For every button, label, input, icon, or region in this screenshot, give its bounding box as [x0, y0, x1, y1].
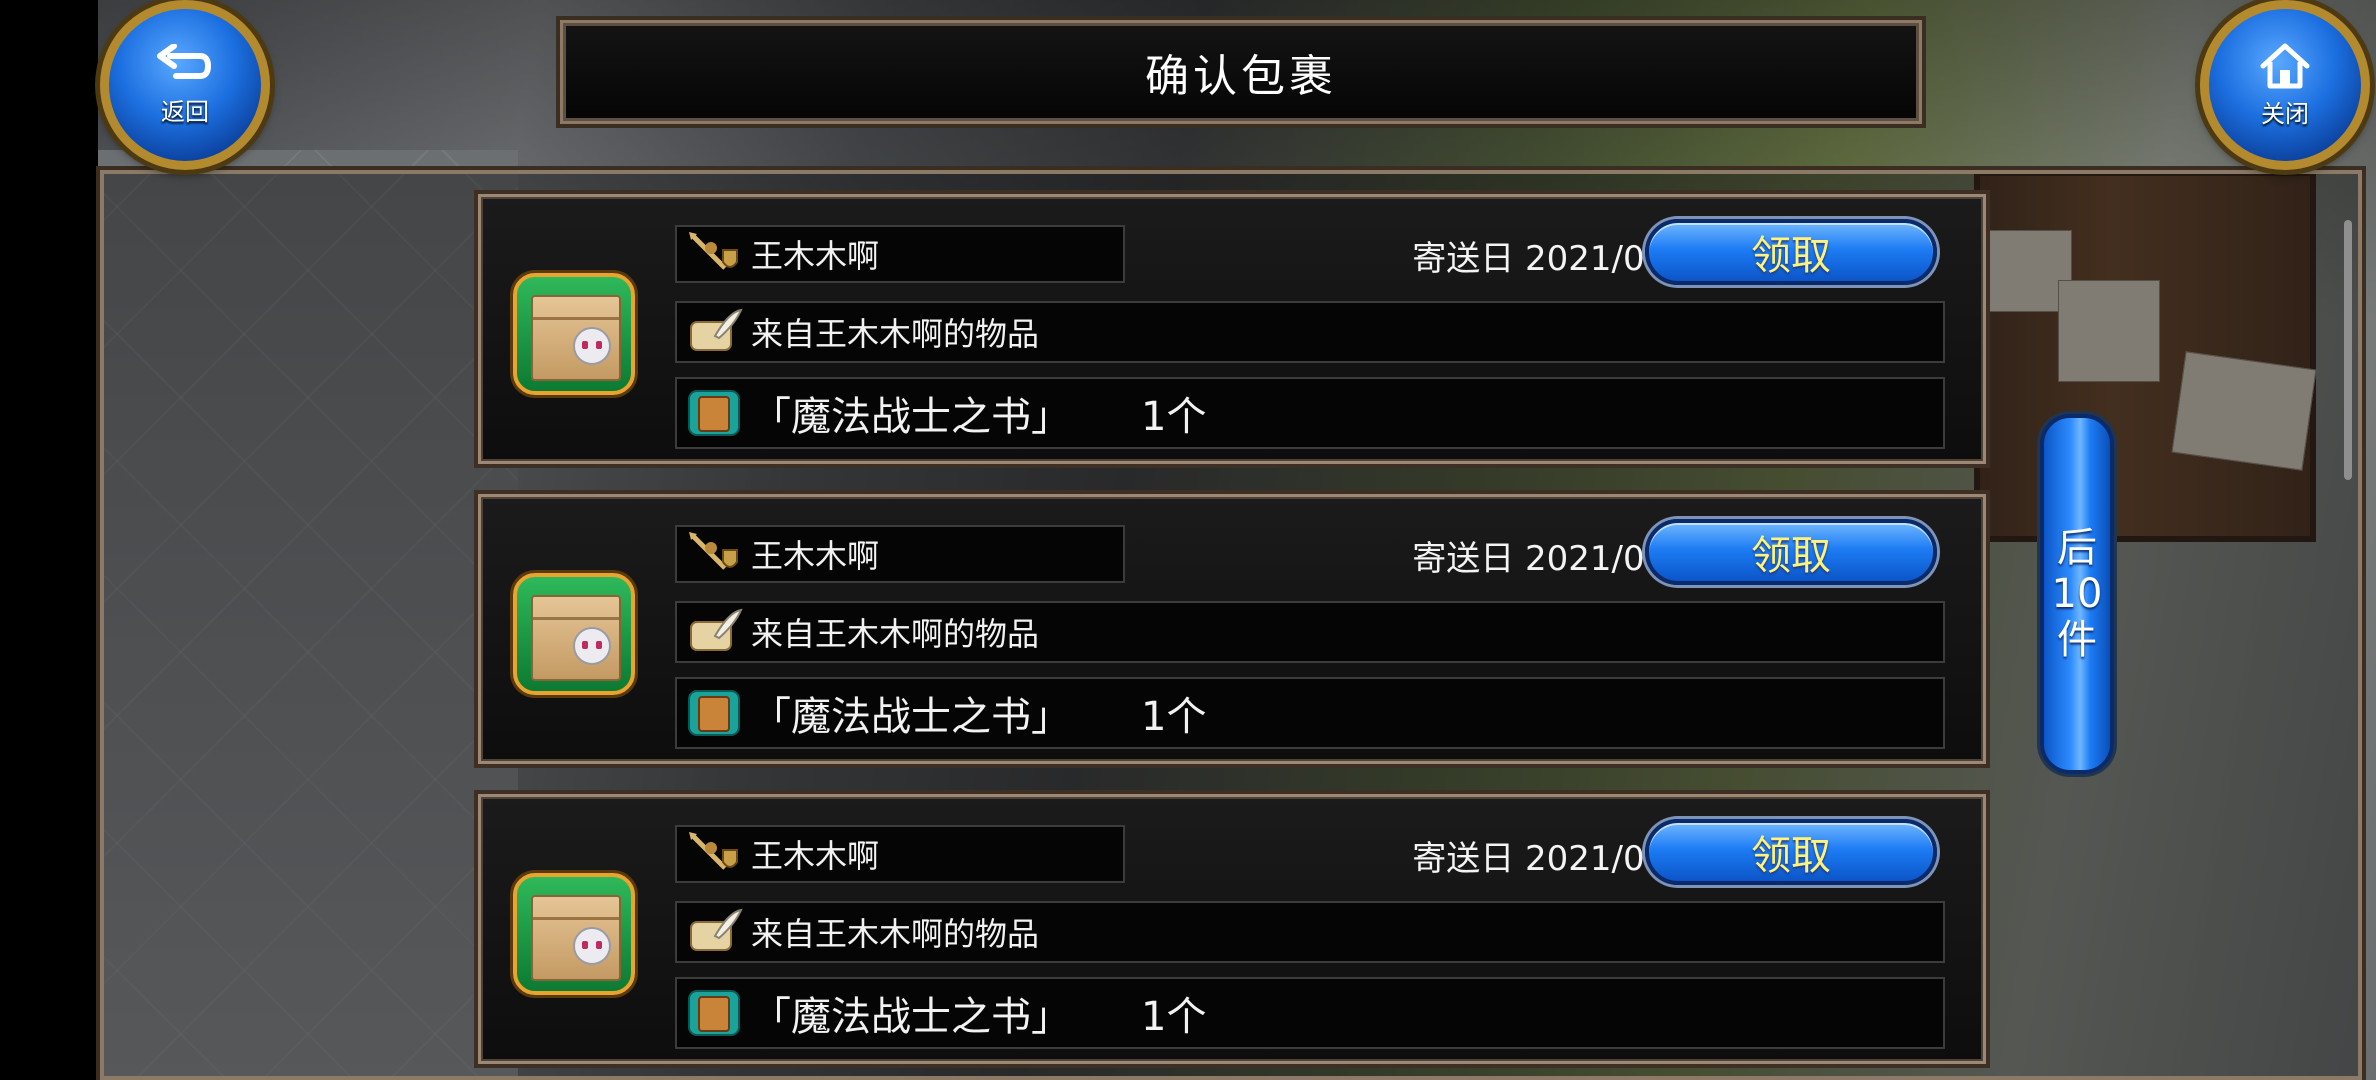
sender-field: 王木木啊: [675, 225, 1125, 283]
sender-name: 王木木啊: [751, 537, 880, 575]
back-arrow-icon: [156, 43, 214, 88]
item-quantity: 1个: [1141, 394, 1207, 440]
sender-field: 王木木啊: [675, 825, 1125, 883]
scroll-quill-icon: [690, 908, 743, 951]
scrollbar[interactable]: [2344, 220, 2352, 480]
item-quantity: 1个: [1141, 994, 1207, 1040]
claim-button[interactable]: 领取: [1645, 819, 1937, 885]
close-button[interactable]: 关闭: [2200, 0, 2370, 170]
send-date-label: 寄送日: [1412, 539, 1515, 579]
scroll-quill-icon: [690, 308, 743, 351]
warrior-icon: [689, 832, 738, 870]
warrior-icon: [689, 232, 738, 270]
mail-subject: 来自王木木啊的物品: [751, 315, 1040, 353]
sender-field: 王木木啊: [675, 525, 1125, 583]
mail-row: 王木木啊 寄送日 2021/03/23 领取 来自王木木啊的物品 「魔法战士之书…: [478, 794, 1986, 1064]
mail-subject: 来自王木木啊的物品: [751, 915, 1040, 953]
package-icon: [513, 573, 635, 695]
package-icon: [513, 873, 635, 995]
warrior-icon: [689, 532, 738, 570]
subject-field: 来自王木木啊的物品: [675, 901, 1945, 963]
item-name: 「魔法战士之书」: [751, 994, 1071, 1040]
back-button[interactable]: 返回: [100, 0, 270, 170]
home-icon: [2259, 42, 2311, 90]
mail-row: 王木木啊 寄送日 2021/03/23 领取 来自王木木啊的物品 「魔法战士之书…: [478, 194, 1986, 464]
item-field: 「魔法战士之书」 1个: [675, 377, 1945, 449]
book-icon: [688, 990, 740, 1036]
back-label: 返回: [161, 97, 209, 126]
letterbox-left: [0, 0, 98, 1080]
package-icon: [513, 273, 635, 395]
claim-button[interactable]: 领取: [1645, 219, 1937, 285]
title-bar: 确认包裹: [560, 20, 1922, 124]
scroll-quill-icon: [690, 608, 743, 651]
subject-field: 来自王木木啊的物品: [675, 601, 1945, 663]
book-icon: [688, 390, 740, 436]
sender-name: 王木木啊: [751, 237, 880, 275]
item-field: 「魔法战士之书」 1个: [675, 677, 1945, 749]
subject-field: 来自王木木啊的物品: [675, 301, 1945, 363]
mail-row: 王木木啊 寄送日 2021/03/23 领取 来自王木木啊的物品 「魔法战士之书…: [478, 494, 1986, 764]
claim-button[interactable]: 领取: [1645, 519, 1937, 585]
mail-subject: 来自王木木啊的物品: [751, 615, 1040, 653]
item-quantity: 1个: [1141, 694, 1207, 740]
book-icon: [688, 690, 740, 736]
close-label: 关闭: [2261, 99, 2309, 128]
send-date-label: 寄送日: [1412, 239, 1515, 279]
item-field: 「魔法战士之书」 1个: [675, 977, 1945, 1049]
item-name: 「魔法战士之书」: [751, 694, 1071, 740]
item-name: 「魔法战士之书」: [751, 394, 1071, 440]
page-title: 确认包裹: [1145, 51, 1337, 102]
send-date-label: 寄送日: [1412, 839, 1515, 879]
next-10-button[interactable]: 后10件: [2040, 414, 2114, 774]
sender-name: 王木木啊: [751, 837, 880, 875]
